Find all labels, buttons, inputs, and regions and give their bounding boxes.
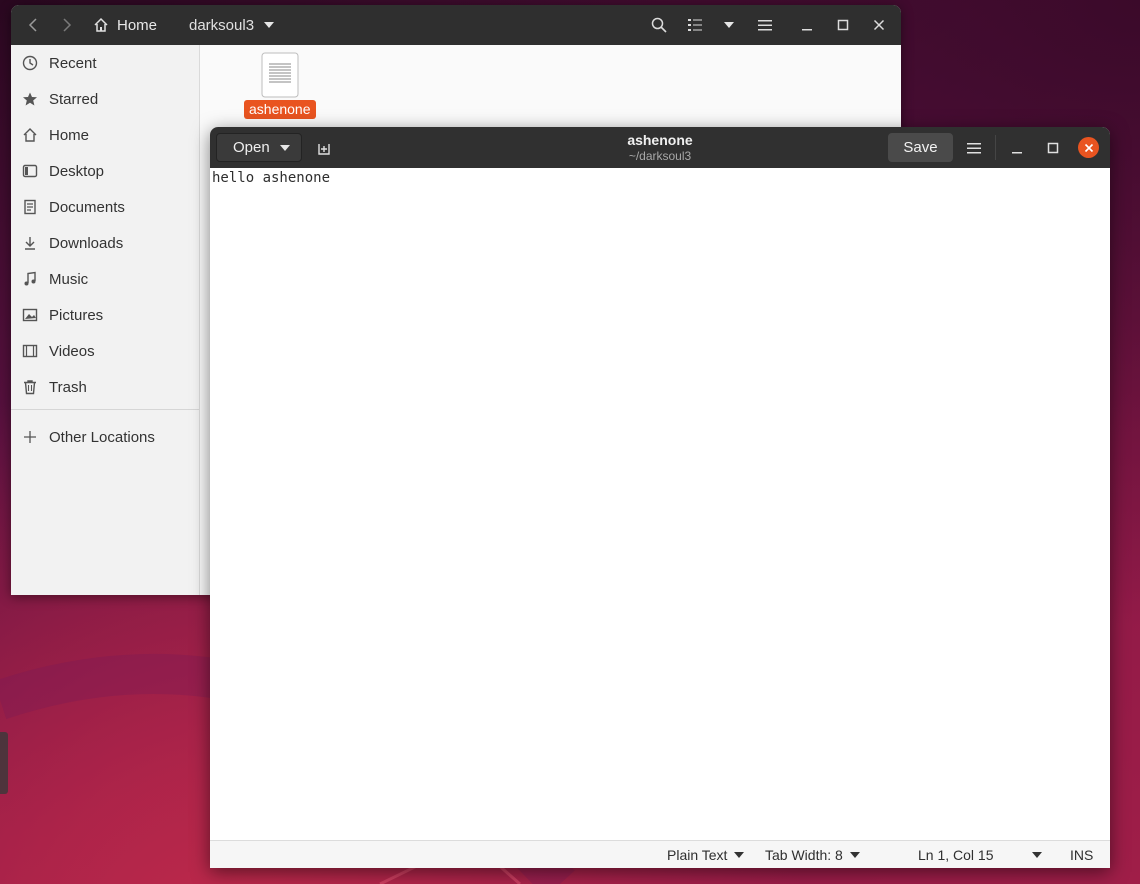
open-button-label: Open bbox=[233, 139, 270, 156]
language-label: Plain Text bbox=[667, 847, 728, 863]
plus-icon bbox=[11, 430, 49, 444]
files-close-button[interactable] bbox=[867, 5, 891, 45]
home-icon bbox=[11, 127, 49, 143]
sidebar-item-label: Documents bbox=[49, 198, 125, 216]
home-icon bbox=[94, 17, 108, 32]
document-title: ashenone bbox=[627, 132, 693, 148]
sidebar-item-label: Starred bbox=[49, 90, 99, 108]
sidebar-item-label: Downloads bbox=[49, 234, 124, 252]
dock-edge[interactable] bbox=[0, 732, 8, 794]
sidebar-item-recent[interactable]: Recent bbox=[11, 45, 199, 81]
hamburger-icon bbox=[967, 142, 981, 153]
document-path: ~/darksoul3 bbox=[628, 149, 692, 163]
editor-content[interactable]: hello ashenone bbox=[212, 169, 330, 187]
cursor-position-selector[interactable]: Ln 1, Col 15 bbox=[918, 841, 1042, 868]
files-maximize-button[interactable] bbox=[831, 5, 855, 45]
chevron-down-icon bbox=[724, 22, 734, 28]
close-icon bbox=[1084, 143, 1093, 152]
text-file-icon[interactable] bbox=[261, 52, 299, 98]
tab-width-label: Tab Width: 8 bbox=[765, 847, 843, 863]
path-home-label: Home bbox=[117, 16, 158, 34]
minimize-icon bbox=[1012, 152, 1022, 154]
files-menu-button[interactable] bbox=[753, 5, 777, 45]
sidebar-item-starred[interactable]: Starred bbox=[11, 81, 199, 117]
path-current-label: darksoul3 bbox=[189, 16, 255, 34]
headerbar-divider bbox=[995, 135, 996, 160]
sidebar-divider bbox=[11, 409, 199, 410]
sidebar-item-videos[interactable]: Videos bbox=[11, 333, 199, 369]
path-home-button[interactable]: Home bbox=[93, 5, 157, 45]
cursor-position-label: Ln 1, Col 15 bbox=[918, 847, 994, 863]
download-icon bbox=[11, 235, 49, 251]
document-icon bbox=[11, 199, 49, 215]
text-editor-window: Open ashenone ~/darksoul3 Save hello ash… bbox=[210, 127, 1110, 868]
view-list-button[interactable] bbox=[683, 5, 707, 45]
sidebar-item-label: Music bbox=[49, 270, 89, 288]
tab-width-selector[interactable]: Tab Width: 8 bbox=[765, 841, 860, 868]
file-name-label[interactable]: ashenone bbox=[244, 100, 316, 119]
files-headerbar: Home darksoul3 bbox=[11, 5, 901, 45]
minimize-icon bbox=[802, 29, 812, 31]
list-view-icon bbox=[688, 19, 702, 31]
chevron-left-icon bbox=[28, 18, 37, 32]
open-button[interactable]: Open bbox=[216, 133, 302, 162]
search-button[interactable] bbox=[647, 5, 671, 45]
view-options-button[interactable] bbox=[717, 5, 741, 45]
editor-maximize-button[interactable] bbox=[1040, 135, 1066, 161]
forward-button[interactable] bbox=[55, 5, 79, 45]
path-current-button[interactable]: darksoul3 bbox=[189, 5, 275, 45]
insert-mode-label: INS bbox=[1070, 847, 1094, 863]
editor-headerbar: Open ashenone ~/darksoul3 Save bbox=[210, 127, 1110, 168]
picture-icon bbox=[11, 307, 49, 323]
sidebar-item-home[interactable]: Home bbox=[11, 117, 199, 153]
save-button[interactable]: Save bbox=[888, 133, 953, 162]
video-icon bbox=[11, 343, 49, 359]
sidebar-item-label: Trash bbox=[49, 378, 87, 396]
search-icon bbox=[651, 17, 667, 33]
insert-mode-indicator[interactable]: INS bbox=[1070, 841, 1093, 868]
new-tab-button[interactable] bbox=[310, 133, 338, 162]
sidebar-item-label: Home bbox=[49, 126, 90, 144]
close-icon bbox=[873, 19, 885, 31]
maximize-icon bbox=[837, 19, 849, 31]
maximize-icon bbox=[1047, 142, 1059, 154]
editor-statusbar: Plain Text Tab Width: 8 Ln 1, Col 15 INS bbox=[210, 840, 1110, 868]
chevron-down-icon bbox=[264, 22, 275, 28]
sidebar-item-label: Pictures bbox=[49, 306, 104, 324]
sidebar-item-label: Videos bbox=[49, 342, 95, 360]
editor-minimize-button[interactable] bbox=[1004, 135, 1030, 161]
sidebar-item-label: Desktop bbox=[49, 162, 105, 180]
editor-close-button[interactable] bbox=[1078, 137, 1099, 158]
chevron-down-icon bbox=[849, 852, 860, 858]
clock-icon bbox=[11, 55, 49, 71]
sidebar-item-label: Recent bbox=[49, 54, 97, 72]
new-document-icon bbox=[318, 143, 330, 155]
chevron-down-icon bbox=[1032, 852, 1042, 858]
window-title: ashenone ~/darksoul3 bbox=[560, 132, 760, 163]
chevron-down-icon bbox=[734, 852, 745, 858]
sidebar-item-desktop[interactable]: Desktop bbox=[11, 153, 199, 189]
sidebar-item-downloads[interactable]: Downloads bbox=[11, 225, 199, 261]
star-icon bbox=[11, 91, 49, 107]
sidebar-item-music[interactable]: Music bbox=[11, 261, 199, 297]
music-icon bbox=[11, 271, 49, 287]
sidebar-item-other-locations[interactable]: Other Locations bbox=[11, 419, 199, 455]
language-selector[interactable]: Plain Text bbox=[667, 841, 745, 868]
sidebar-item-label: Other Locations bbox=[49, 428, 155, 446]
hamburger-icon bbox=[758, 20, 772, 31]
desktop-icon bbox=[11, 163, 49, 179]
trash-icon bbox=[11, 379, 49, 395]
back-button[interactable] bbox=[21, 5, 45, 45]
chevron-down-icon bbox=[279, 144, 290, 151]
text-editor-area[interactable]: hello ashenone bbox=[210, 168, 1110, 840]
sidebar-item-trash[interactable]: Trash bbox=[11, 369, 199, 405]
places-sidebar: Recent Starred Home Desktop Documents Do… bbox=[11, 45, 200, 595]
sidebar-item-pictures[interactable]: Pictures bbox=[11, 297, 199, 333]
editor-menu-button[interactable] bbox=[960, 133, 988, 162]
files-minimize-button[interactable] bbox=[795, 5, 819, 45]
sidebar-item-documents[interactable]: Documents bbox=[11, 189, 199, 225]
chevron-right-icon bbox=[63, 18, 72, 32]
